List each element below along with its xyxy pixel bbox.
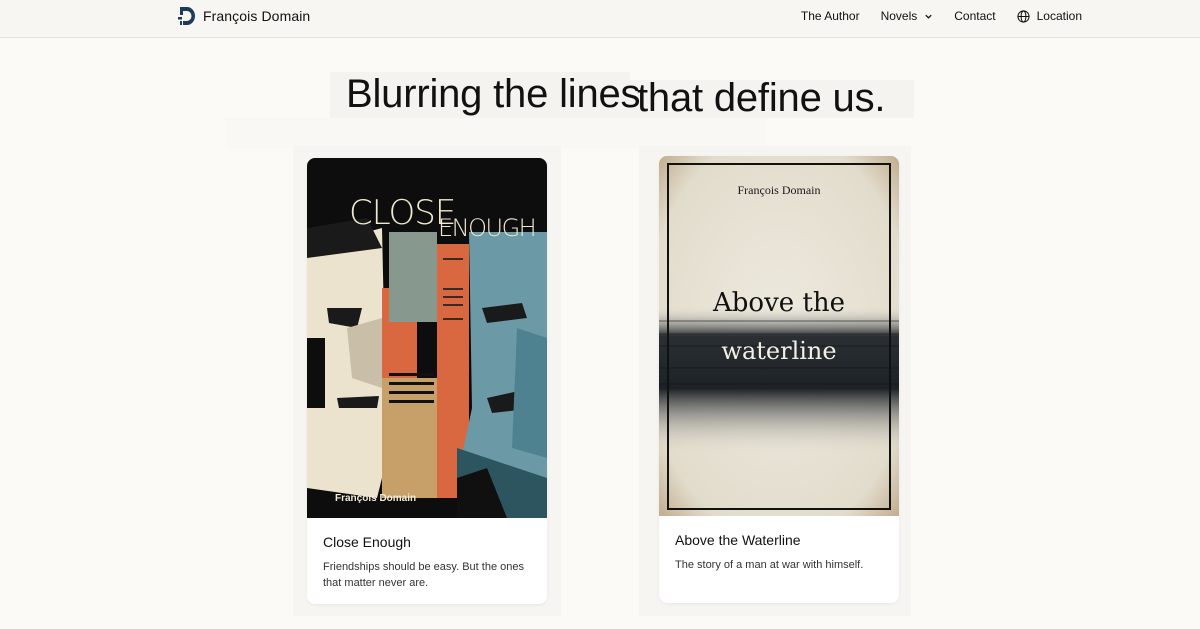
nav-label: Location — [1036, 9, 1082, 23]
book-description: The story of a man at war with himself. — [675, 559, 864, 571]
brand-name: François Domain — [203, 8, 311, 24]
nav-item-the-author[interactable]: The Author — [801, 9, 860, 23]
main-nav: The Author Novels Contact Location — [801, 9, 1082, 23]
cover-title: waterline — [721, 337, 836, 365]
nav-item-contact[interactable]: Contact — [954, 9, 995, 23]
book-cover-above-the-waterline: François Domain Above the waterline — [659, 156, 899, 516]
card-body: Close Enough Friendships should be easy.… — [307, 518, 547, 591]
hero-heading-left: Blurring the lines — [346, 72, 641, 116]
nav-label: Novels — [880, 9, 918, 23]
globe-icon — [1017, 9, 1030, 23]
brand-link[interactable]: François Domain — [177, 5, 310, 27]
book-card-above-the-waterline[interactable]: François Domain Above the waterline Abov… — [659, 156, 899, 603]
cover-author: François Domain — [335, 493, 416, 504]
card-body: Above the Waterline The story of a man a… — [659, 516, 899, 573]
book-title: Close Enough — [323, 534, 411, 550]
nav-label: The Author — [800, 9, 860, 23]
chevron-down-icon — [925, 14, 932, 19]
brand-logo-icon — [178, 7, 195, 25]
cover-title: Above the — [712, 288, 845, 318]
book-card-close-enough[interactable]: CLOSE ENOUGH François Domain Close Enoug… — [307, 158, 547, 604]
nav-item-novels[interactable]: Novels — [881, 9, 934, 23]
nav-item-location[interactable]: Location — [1017, 9, 1082, 23]
nav-label: Contact — [954, 9, 996, 23]
book-description: Friendships should be easy. But the ones… — [323, 561, 524, 589]
hero-highlight — [226, 118, 766, 148]
hero-heading-right: that define us. — [637, 76, 886, 120]
book-title: Above the Waterline — [675, 532, 801, 548]
book-cover-close-enough: CLOSE ENOUGH François Domain — [307, 158, 547, 518]
site-header: François Domain The Author Novels Contac… — [0, 0, 1200, 38]
cover-title: ENOUGH — [438, 214, 535, 242]
cover-author: François Domain — [738, 183, 821, 197]
